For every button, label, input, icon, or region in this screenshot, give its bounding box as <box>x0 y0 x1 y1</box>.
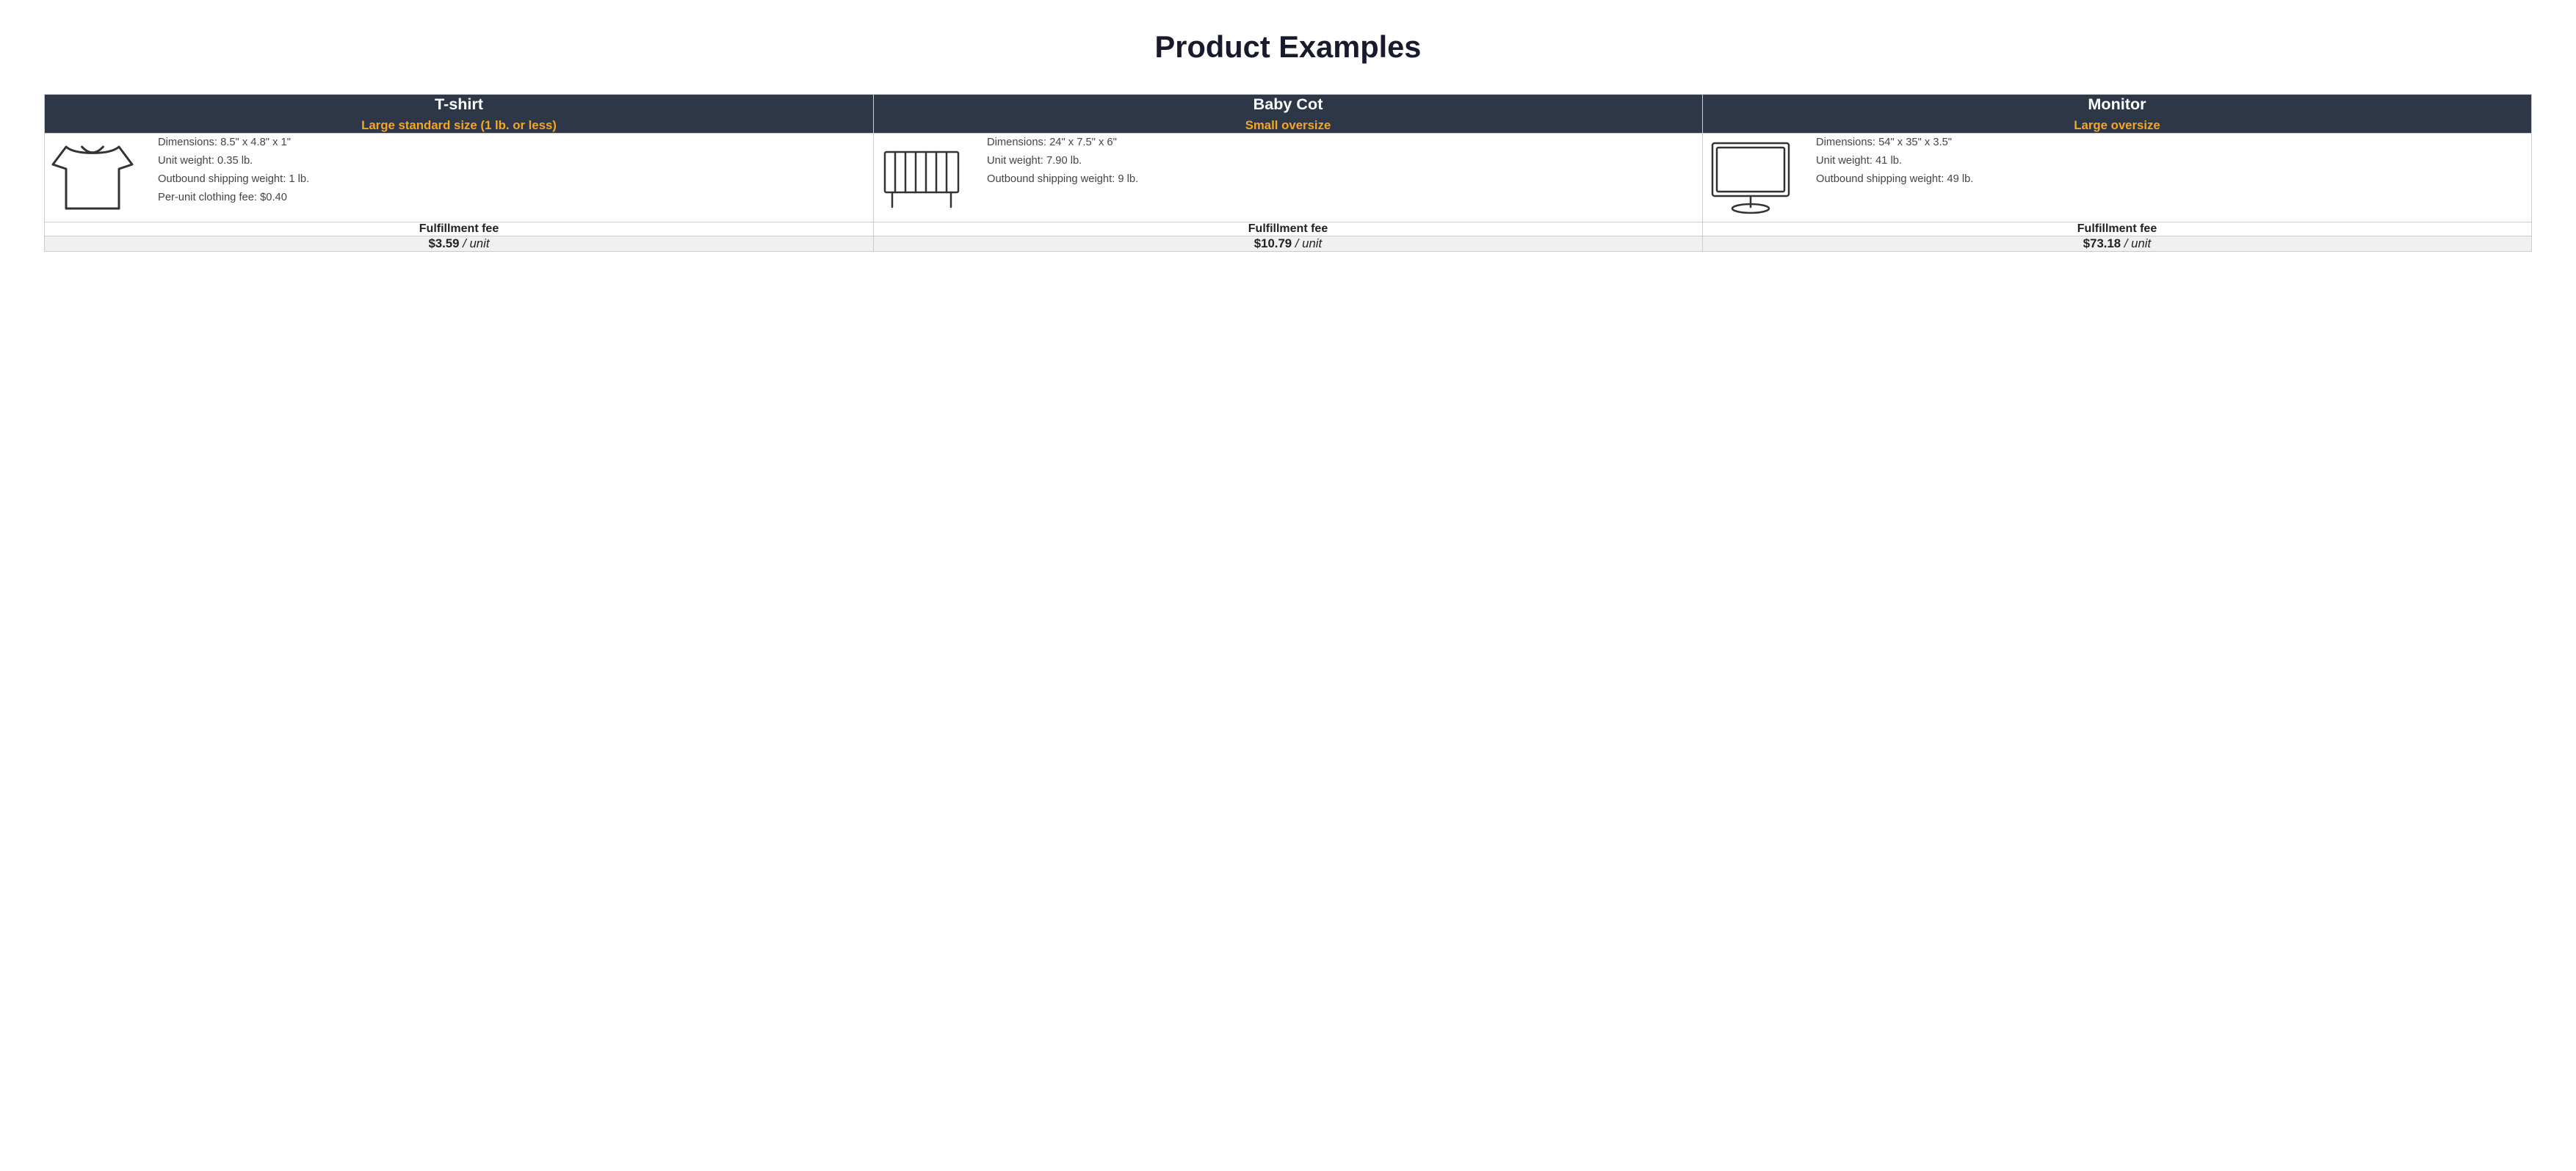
tshirt-fee-amount: $3.59 <box>428 236 459 250</box>
babycot-fee-label: Fulfillment fee <box>874 222 1703 236</box>
monitor-shipping-weight: Outbound shipping weight: 49 lb. <box>1816 170 1973 189</box>
babycot-shipping-weight: Outbound shipping weight: 9 lb. <box>987 170 1138 189</box>
monitor-dimensions: Dimensions: 54" x 35" x 3.5" <box>1816 134 1973 152</box>
tshirt-info-cell: Dimensions: 8.5" x 4.8" x 1" Unit weight… <box>45 134 874 222</box>
babycot-details: Dimensions: 24" x 7.5" x 6" Unit weight:… <box>987 134 1138 189</box>
tshirt-extra: Per-unit clothing fee: $0.40 <box>158 189 309 207</box>
tshirt-details: Dimensions: 8.5" x 4.8" x 1" Unit weight… <box>158 134 309 207</box>
header-tshirt: T-shirt Large standard size (1 lb. or le… <box>45 95 874 134</box>
babycot-icon <box>874 134 969 222</box>
babycot-name: Baby Cot <box>874 95 1702 114</box>
tshirt-name: T-shirt <box>45 95 873 114</box>
babycot-fee-price: $10.79 / unit <box>1254 236 1322 250</box>
header-babycot: Baby Cot Small oversize <box>874 95 1703 134</box>
monitor-weight: Unit weight: 41 lb. <box>1816 152 1973 170</box>
monitor-fee-label: Fulfillment fee <box>1703 222 2532 236</box>
babycot-category: Small oversize <box>874 118 1702 133</box>
tshirt-shipping-weight: Outbound shipping weight: 1 lb. <box>158 170 309 189</box>
babycot-fee-value: $10.79 / unit <box>874 236 1703 252</box>
tshirt-weight: Unit weight: 0.35 lb. <box>158 152 309 170</box>
babycot-info-cell: Dimensions: 24" x 7.5" x 6" Unit weight:… <box>874 134 1703 222</box>
monitor-info-cell: Dimensions: 54" x 35" x 3.5" Unit weight… <box>1703 134 2532 222</box>
monitor-fee-price: $73.18 / unit <box>2083 236 2151 250</box>
product-examples-table: T-shirt Large standard size (1 lb. or le… <box>44 94 2532 252</box>
monitor-fee-unit: / unit <box>2124 236 2151 250</box>
header-monitor: Monitor Large oversize <box>1703 95 2532 134</box>
monitor-category: Large oversize <box>1703 118 2531 133</box>
fee-label-row: Fulfillment fee Fulfillment fee Fulfillm… <box>45 222 2532 236</box>
monitor-fee-amount: $73.18 <box>2083 236 2121 250</box>
product-info-row: Dimensions: 8.5" x 4.8" x 1" Unit weight… <box>45 134 2532 222</box>
fee-value-row: $3.59 / unit $10.79 / unit $73.18 / unit <box>45 236 2532 252</box>
tshirt-fee-price: $3.59 / unit <box>428 236 489 250</box>
tshirt-fee-value: $3.59 / unit <box>45 236 874 252</box>
babycot-fee-amount: $10.79 <box>1254 236 1292 250</box>
monitor-fee-value: $73.18 / unit <box>1703 236 2532 252</box>
tshirt-dimensions: Dimensions: 8.5" x 4.8" x 1" <box>158 134 309 152</box>
tshirt-fee-unit: / unit <box>463 236 489 250</box>
babycot-fee-unit: / unit <box>1295 236 1322 250</box>
header-row: T-shirt Large standard size (1 lb. or le… <box>45 95 2532 134</box>
page-title: Product Examples <box>44 29 2532 65</box>
babycot-dimensions: Dimensions: 24" x 7.5" x 6" <box>987 134 1138 152</box>
monitor-icon <box>1703 134 1798 222</box>
monitor-details: Dimensions: 54" x 35" x 3.5" Unit weight… <box>1816 134 1973 189</box>
tshirt-icon <box>45 134 140 222</box>
monitor-name: Monitor <box>1703 95 2531 114</box>
tshirt-category: Large standard size (1 lb. or less) <box>45 118 873 133</box>
babycot-weight: Unit weight: 7.90 lb. <box>987 152 1138 170</box>
tshirt-fee-label: Fulfillment fee <box>45 222 874 236</box>
